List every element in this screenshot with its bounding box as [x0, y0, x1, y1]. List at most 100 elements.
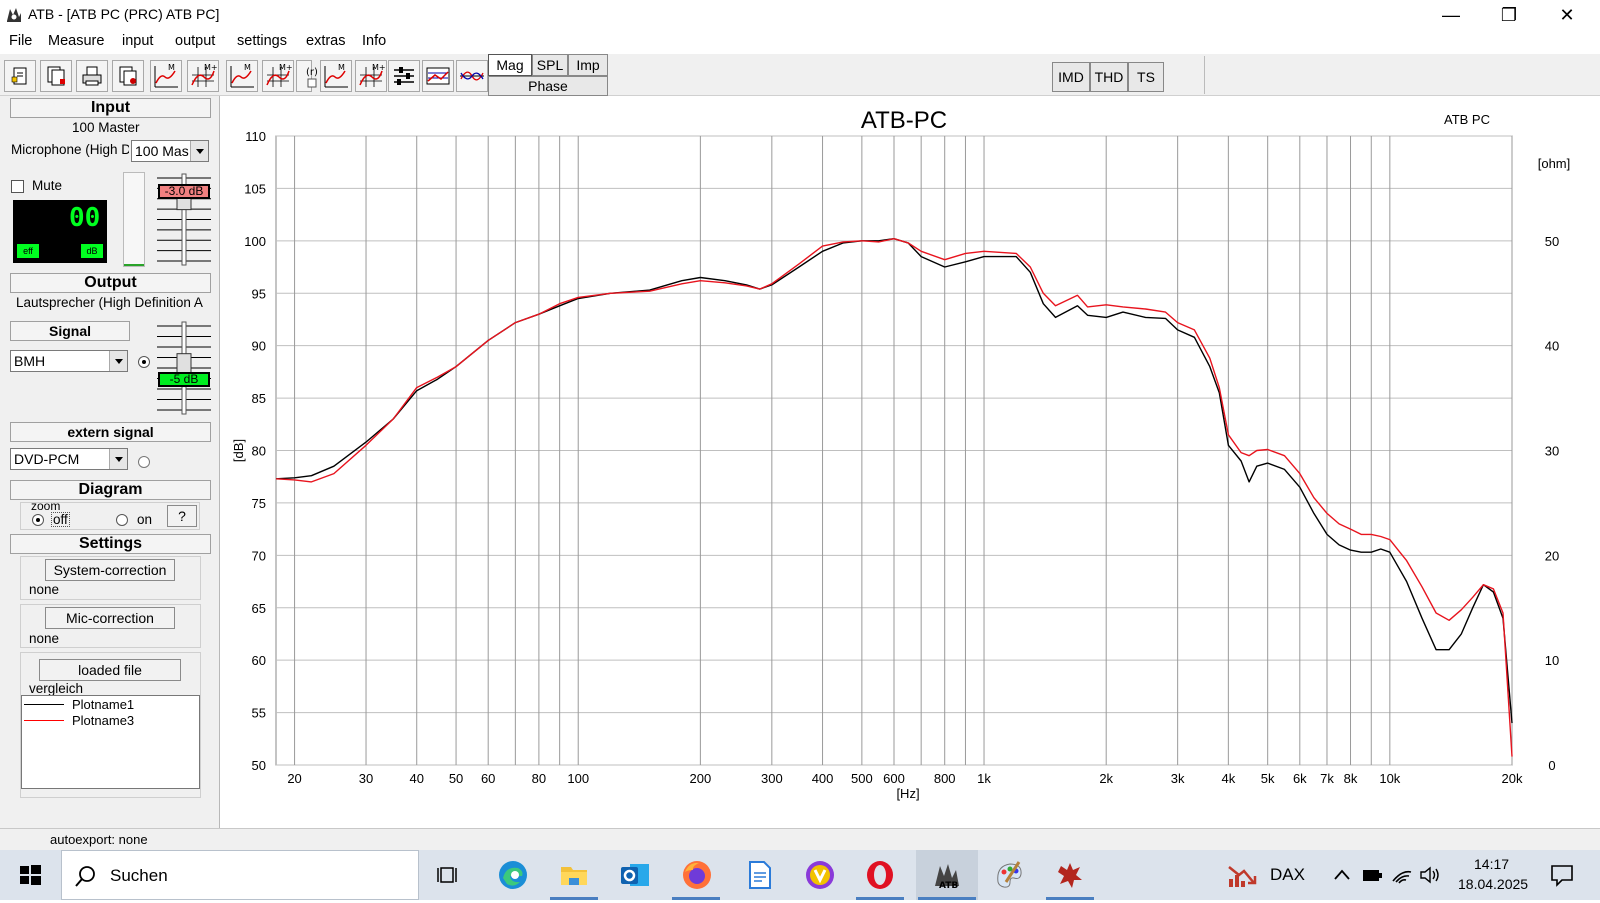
close-button[interactable]: ✕ [1538, 0, 1596, 30]
mic-correction-button[interactable]: Mic-correction [45, 607, 175, 629]
paint-icon[interactable] [992, 858, 1026, 892]
clock-date[interactable]: 18.04.2025 [1458, 876, 1528, 892]
measure-m-icon[interactable]: M [150, 60, 182, 92]
x-tick-label: 100 [567, 771, 589, 786]
signal-radio-dot [142, 360, 146, 364]
r-icon[interactable]: (r) [296, 60, 318, 92]
notepad-document-icon[interactable] [742, 858, 776, 892]
atb-app-icon[interactable]: ATB [930, 858, 964, 892]
task-view-icon[interactable] [432, 858, 466, 892]
outlook-icon[interactable] [618, 858, 652, 892]
red-app-icon[interactable] [1053, 858, 1087, 892]
x-tick-label: 600 [883, 771, 905, 786]
measure-m-plus-icon[interactable]: M+ [187, 60, 219, 92]
zoom-on-radio[interactable] [116, 514, 128, 526]
menu-output[interactable]: output [175, 33, 215, 49]
menu-settings[interactable]: settings [237, 33, 287, 49]
taskbar-search-placeholder: Suchen [110, 866, 168, 885]
dax-widget[interactable]: DAX [1226, 858, 1336, 892]
svg-text:M: M [168, 63, 175, 72]
x-tick-label: 200 [690, 771, 712, 786]
taskbar-search-box[interactable]: Suchen [61, 850, 419, 900]
help-button[interactable]: ? [167, 505, 197, 527]
system-correction-button[interactable]: System-correction [45, 559, 175, 581]
menu-info[interactable]: Info [362, 33, 386, 49]
microphone-label: Microphone (High D [11, 142, 129, 157]
mute-checkbox[interactable] [11, 180, 24, 193]
svg-text:M+: M+ [372, 63, 386, 72]
restore-button[interactable]: ❐ [1480, 0, 1538, 30]
notification-icon[interactable] [1548, 862, 1576, 888]
menu-extras[interactable]: extras [306, 33, 346, 49]
extern-signal-radio[interactable] [138, 456, 150, 468]
open-file-icon[interactable] [40, 60, 72, 92]
y2-tick-label: 0 [1548, 758, 1555, 773]
mic-correction-group: Mic-correction none [20, 604, 201, 648]
y2-tick-label: 30 [1545, 444, 1559, 459]
chevron-up-icon[interactable] [1330, 864, 1354, 886]
y-tick-label: 55 [252, 706, 266, 721]
start-button[interactable] [0, 850, 60, 900]
measure-m-icon[interactable]: M [226, 60, 258, 92]
measure-m-plus-icon[interactable]: M+ [355, 60, 387, 92]
db-led: dB [81, 244, 103, 258]
y-tick-label: 110 [245, 129, 266, 144]
signal-select[interactable]: BMH [10, 350, 128, 372]
zoom-off-label: off [51, 512, 70, 527]
battery-icon[interactable] [1360, 864, 1384, 886]
measure-m-icon[interactable]: M [320, 60, 352, 92]
svg-text:M: M [338, 63, 345, 72]
sliders-icon[interactable] [388, 60, 420, 92]
menu-file[interactable]: File [9, 33, 32, 49]
vpn-shield-icon[interactable] [803, 858, 837, 892]
new-file-icon[interactable] [4, 60, 36, 92]
x-axis-label: [Hz] [896, 786, 919, 801]
spl-button[interactable]: SPL [532, 54, 568, 76]
opera-icon[interactable] [863, 858, 897, 892]
measure-m-plus-icon[interactable]: M+ [262, 60, 294, 92]
graph-settings-icon[interactable] [422, 60, 454, 92]
ts-button[interactable]: TS [1128, 62, 1164, 92]
signal-radio[interactable] [138, 356, 150, 368]
legend-list[interactable]: Plotname1 Plotname3 [21, 695, 200, 789]
x-tick-label: 10k [1379, 771, 1400, 786]
output-gain-thumb [176, 353, 192, 375]
x-tick-label: 6k [1293, 771, 1307, 786]
export-icon[interactable] [112, 60, 144, 92]
menu-input[interactable]: input [122, 33, 153, 49]
firefox-icon[interactable] [680, 858, 714, 892]
imd-button[interactable]: IMD [1052, 62, 1090, 92]
toolbar: M M+ M M+ (r) M M+ Mag SPL Imp Phase IMD… [0, 54, 1600, 96]
compare-curves-icon[interactable] [456, 60, 488, 92]
left-panel: Input 100 Master Microphone (High D 100 … [0, 96, 220, 828]
output-gain-slider[interactable]: -5 dB [155, 320, 213, 416]
x-tick-label: 400 [812, 771, 834, 786]
diagram-header: Diagram [10, 480, 211, 500]
y2-axis-label: [ohm] [1538, 156, 1571, 171]
y2-tick-label: 40 [1545, 339, 1559, 354]
extern-signal-select[interactable]: DVD-PCM [10, 448, 128, 470]
loaded-file-button[interactable]: loaded file [39, 659, 181, 681]
print-icon[interactable] [76, 60, 108, 92]
wifi-icon[interactable] [1390, 864, 1414, 886]
edge-icon[interactable] [496, 858, 530, 892]
volume-icon[interactable] [1418, 864, 1442, 886]
legend-item-plotname1[interactable]: Plotname1 [72, 697, 134, 712]
zoom-off-radio[interactable] [32, 514, 44, 526]
imp-button[interactable]: Imp [568, 54, 608, 76]
legend-item-plotname3[interactable]: Plotname3 [72, 713, 134, 728]
input-gain-slider[interactable]: -3.0 dB [155, 172, 213, 267]
x-tick-label: 3k [1171, 771, 1185, 786]
minimize-button[interactable]: — [1422, 0, 1480, 30]
phase-button[interactable]: Phase [488, 76, 608, 96]
microphone-select[interactable]: 100 Mas [131, 140, 209, 162]
x-tick-label: 80 [532, 771, 546, 786]
thd-button[interactable]: THD [1090, 62, 1128, 92]
y-tick-label: 105 [244, 181, 266, 196]
frequency-response-chart[interactable]: 5055606570758085909510010511020 30 40 50 60 8… [221, 96, 1600, 828]
legend-line-plotname1 [24, 704, 64, 705]
menu-measure[interactable]: Measure [48, 33, 104, 49]
clock-time[interactable]: 14:17 [1474, 856, 1509, 872]
file-explorer-icon[interactable] [557, 858, 591, 892]
mag-button[interactable]: Mag [488, 54, 532, 76]
